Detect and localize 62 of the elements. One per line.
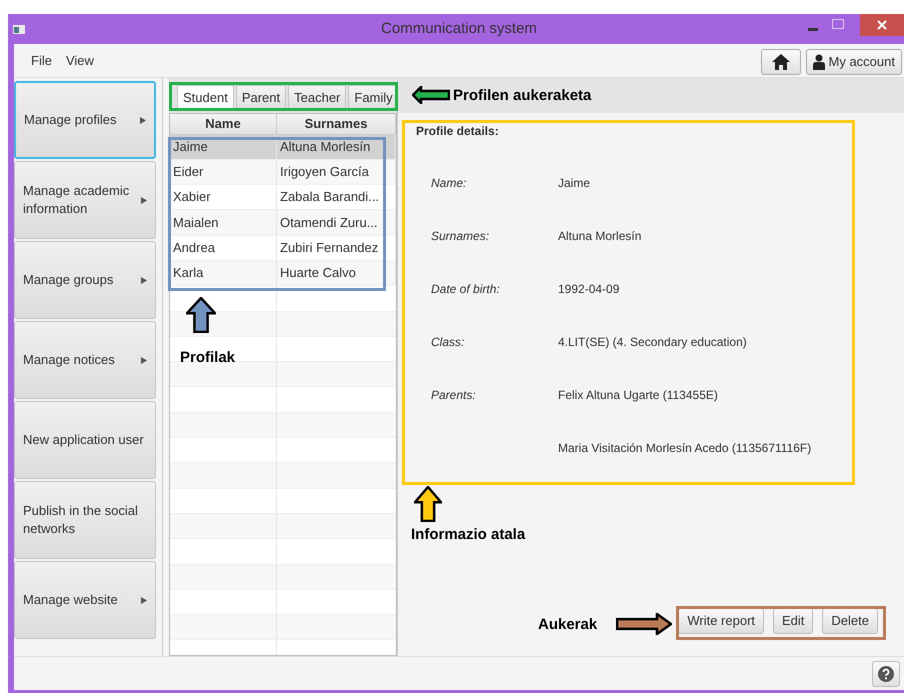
table-row[interactable]: Xabier Zabala Barandi... (170, 185, 396, 210)
field-label: Surnames: (431, 228, 490, 245)
help-icon (878, 666, 894, 682)
table-row[interactable]: Andrea Zubiri Fernandez (170, 236, 396, 261)
sidebar-item[interactable]: New application user (14, 401, 156, 479)
field-value: Jaime (558, 175, 590, 192)
help-button[interactable] (872, 660, 900, 686)
sidebar-item[interactable]: Manage groups (14, 241, 156, 319)
field-value: Felix Altuna Ugarte (113455E) (558, 387, 718, 404)
annotation-arrow-icon (412, 86, 450, 104)
field-label: Date of birth: (431, 281, 501, 298)
table-row[interactable]: Maialen Otamendi Zuru... (170, 210, 396, 236)
action-button[interactable]: Write report (678, 608, 764, 634)
sidebar-item[interactable]: Publish in the social networks (14, 481, 156, 559)
annotation-arrow-icon (414, 486, 442, 522)
table-row[interactable]: Karla Huarte Calvo (170, 260, 396, 286)
home-button[interactable] (760, 48, 801, 74)
table-cell: Maialen (170, 210, 277, 235)
close-button[interactable] (860, 14, 904, 36)
app-icon (13, 25, 25, 34)
table-cell: Zabala Barandi... (277, 185, 396, 210)
action-button[interactable]: Edit (773, 608, 814, 634)
field-label: Name: (431, 175, 468, 192)
annotation-arrow-icon (616, 613, 672, 635)
field-label: Parents: (431, 387, 477, 404)
sidebar-item[interactable]: Manage notices (14, 321, 156, 399)
table-row[interactable]: Eider Irigoyen García (170, 160, 396, 186)
field-value: 1992-04-09 (558, 281, 620, 298)
field-value: Maria Visitación Morlesín Acedo (1135671116F) (558, 440, 812, 457)
field-label: Class: (431, 334, 466, 351)
table-cell: Zubiri Fernandez (277, 236, 396, 260)
menu-item[interactable]: File (31, 50, 52, 70)
annotation-label: Profilak (180, 348, 236, 368)
field-value: 4.LIT(SE) (4. Secondary education) (558, 334, 747, 351)
annotation-arrow-icon (186, 297, 216, 333)
table-cell: Andrea (170, 236, 277, 260)
details-title: Profile details: (416, 123, 500, 140)
table-cell: Irigoyen García (277, 160, 396, 184)
table-cell: Xabier (170, 185, 277, 210)
table-cell: Huarte Calvo (277, 260, 396, 286)
sidebar-item[interactable]: Manage academic information (14, 161, 156, 239)
window-title: Communication system (381, 18, 537, 39)
close-icon (877, 20, 887, 30)
maximize-icon[interactable] (832, 19, 844, 29)
menu-item[interactable]: View (66, 50, 94, 70)
annotation-label: Aukerak (538, 615, 598, 635)
sidebar-item[interactable]: Manage website (14, 561, 156, 639)
table-cell: Jaime (170, 134, 277, 159)
table-cell: Karla (170, 260, 277, 286)
annotation-label: Profilen aukeraketa (453, 86, 592, 106)
account-button[interactable]: My account (806, 48, 902, 74)
table-cell: Altuna Morlesín (277, 134, 396, 159)
table-cell: Eider (170, 160, 277, 184)
column-header[interactable]: Name (170, 114, 277, 134)
user-icon (812, 54, 825, 70)
annotation-label: Informazio atala (411, 525, 526, 545)
column-header[interactable]: Surnames (277, 114, 396, 134)
home-icon (770, 52, 791, 70)
field-value: Altuna Morlesín (558, 228, 642, 245)
sidebar-item[interactable]: Manage profiles (14, 81, 156, 159)
action-button[interactable]: Delete (822, 608, 878, 634)
table-cell: Otamendi Zuru... (277, 210, 396, 235)
